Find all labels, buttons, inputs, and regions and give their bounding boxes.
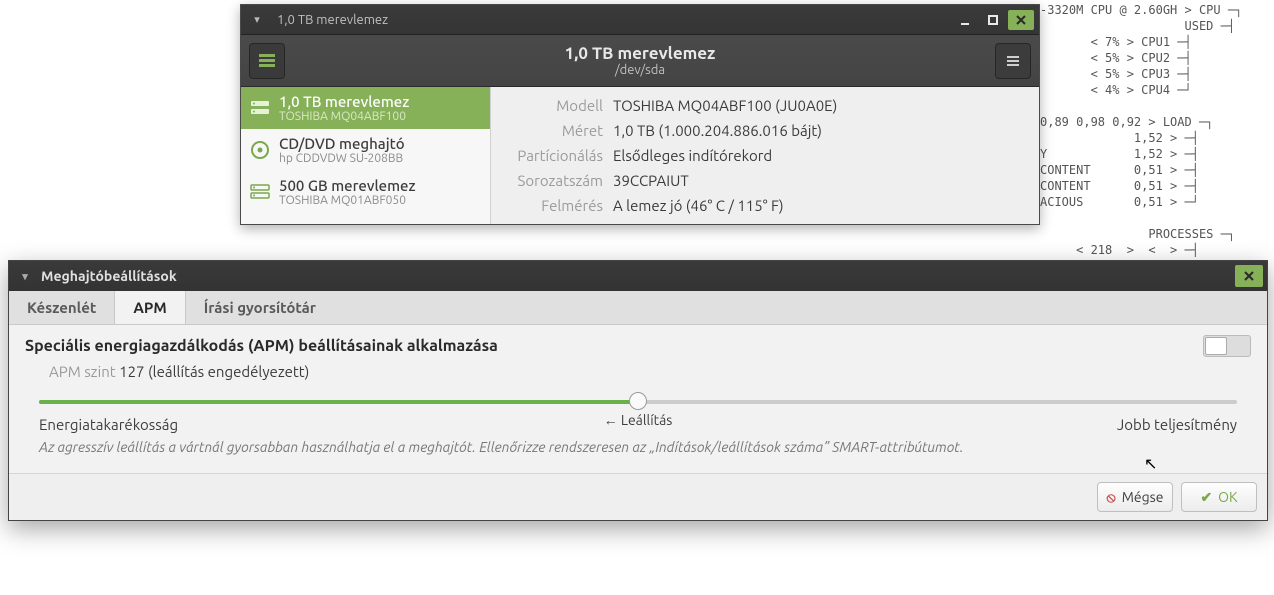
sidebar-item-label: 1,0 TB merevlemez <box>279 93 409 110</box>
detail-label: Méret <box>503 122 613 139</box>
hdd-icon <box>249 97 271 119</box>
header-title: 1,0 TB merevlemez <box>285 44 995 63</box>
background-terminal: -3320M CPU @ 2.60GH > CPU ─┐ USED ─┤ < 7… <box>1034 0 1274 260</box>
tab-write-cache[interactable]: Írási gyorsítótár <box>186 291 334 324</box>
cancel-button[interactable]: ⦸ Mégse <box>1097 482 1173 512</box>
detail-value: TOSHIBA MQ04ABF100 (JU0A0E) <box>613 97 1027 114</box>
disk-details: ModellTOSHIBA MQ04ABF100 (JU0A0E) Méret1… <box>491 87 1039 224</box>
window-title: 1,0 TB merevlemez <box>269 13 951 27</box>
detail-label: Partícionálás <box>503 147 613 164</box>
apm-enable-switch[interactable] <box>1203 335 1251 357</box>
close-button[interactable] <box>1235 265 1263 287</box>
slider-thumb[interactable] <box>629 392 647 410</box>
apm-level-value: 127 (leállítás engedélyezett) <box>119 363 309 380</box>
header-subtitle: /dev/sda <box>285 63 995 77</box>
disks-headerbar: 1,0 TB merevlemez /dev/sda <box>241 35 1039 87</box>
slider-label-mid: ← Leállítás <box>604 412 673 428</box>
sidebar-item-label: CD/DVD meghajtó <box>279 135 405 152</box>
sidebar-item-sublabel: hp CDDVDW SU-208BB <box>279 152 405 165</box>
sidebar-item-sublabel: TOSHIBA MQ01ABF050 <box>279 194 416 207</box>
slider-label-right: Jobb teljesítmény <box>1117 416 1237 433</box>
button-label: Mégse <box>1122 489 1164 505</box>
disk-view-icon[interactable] <box>249 43 285 79</box>
apm-warning: Az agresszív leállítás a vártnál gyorsab… <box>39 437 1237 455</box>
sidebar-item-label: 500 GB merevlemez <box>279 177 416 194</box>
dialog-title: Meghajtóbeállítások <box>37 268 1235 284</box>
hdd-icon <box>249 181 271 203</box>
ok-button[interactable]: ✔ OK <box>1181 482 1257 512</box>
detail-label: Sorozatszám <box>503 172 613 189</box>
disc-icon <box>249 139 271 161</box>
minimize-button[interactable] <box>952 10 978 30</box>
apm-heading: Speciális energiagazdálkodás (APM) beáll… <box>25 337 1187 355</box>
detail-value: 1,0 TB (1.000.204.886.016 bájt) <box>613 122 1027 139</box>
apm-slider[interactable] <box>39 392 1237 412</box>
detail-label: Felmérés <box>503 197 613 214</box>
button-label: OK <box>1218 489 1237 505</box>
close-button[interactable] <box>1008 10 1034 30</box>
detail-value: Elsődleges indítórekord <box>613 147 1027 164</box>
detail-label: Modell <box>503 97 613 114</box>
tab-apm[interactable]: APM <box>115 291 185 324</box>
disks-titlebar[interactable]: ▾ 1,0 TB merevlemez <box>241 5 1039 35</box>
drive-settings-dialog: ▾ Meghajtóbeállítások Készenlét APM Írás… <box>8 260 1268 521</box>
tab-standby[interactable]: Készenlét <box>9 291 115 324</box>
slider-label-left: Energiatakarékosság <box>39 416 178 433</box>
dialog-footer: ⦸ Mégse ✔ OK <box>9 473 1267 520</box>
sidebar-disk-1[interactable]: CD/DVD meghajtóhp CDDVDW SU-208BB <box>241 129 490 171</box>
disks-window: ▾ 1,0 TB merevlemez 1,0 TB merevlemez /d… <box>240 4 1040 225</box>
ok-icon: ✔ <box>1200 489 1212 506</box>
sidebar-disk-2[interactable]: 500 GB merevlemezTOSHIBA MQ01ABF050 <box>241 171 490 213</box>
window-menu-icon[interactable]: ▾ <box>245 13 269 26</box>
dialog-titlebar[interactable]: ▾ Meghajtóbeállítások <box>9 261 1267 291</box>
apm-level-label: APM szint <box>49 363 116 380</box>
hamburger-menu-button[interactable] <box>995 43 1031 79</box>
disks-sidebar: 1,0 TB merevlemezTOSHIBA MQ04ABF100 CD/D… <box>241 87 491 224</box>
detail-value: A lemez jó (46° C / 115° F) <box>613 197 1027 214</box>
window-menu-icon[interactable]: ▾ <box>13 270 37 283</box>
dialog-tabs: Készenlét APM Írási gyorsítótár <box>9 291 1267 325</box>
detail-value: 39CCPAIUT <box>613 172 1027 189</box>
sidebar-item-sublabel: TOSHIBA MQ04ABF100 <box>279 110 409 123</box>
cancel-icon: ⦸ <box>1107 489 1116 506</box>
sidebar-disk-0[interactable]: 1,0 TB merevlemezTOSHIBA MQ04ABF100 <box>241 87 490 129</box>
maximize-button[interactable] <box>980 10 1006 30</box>
